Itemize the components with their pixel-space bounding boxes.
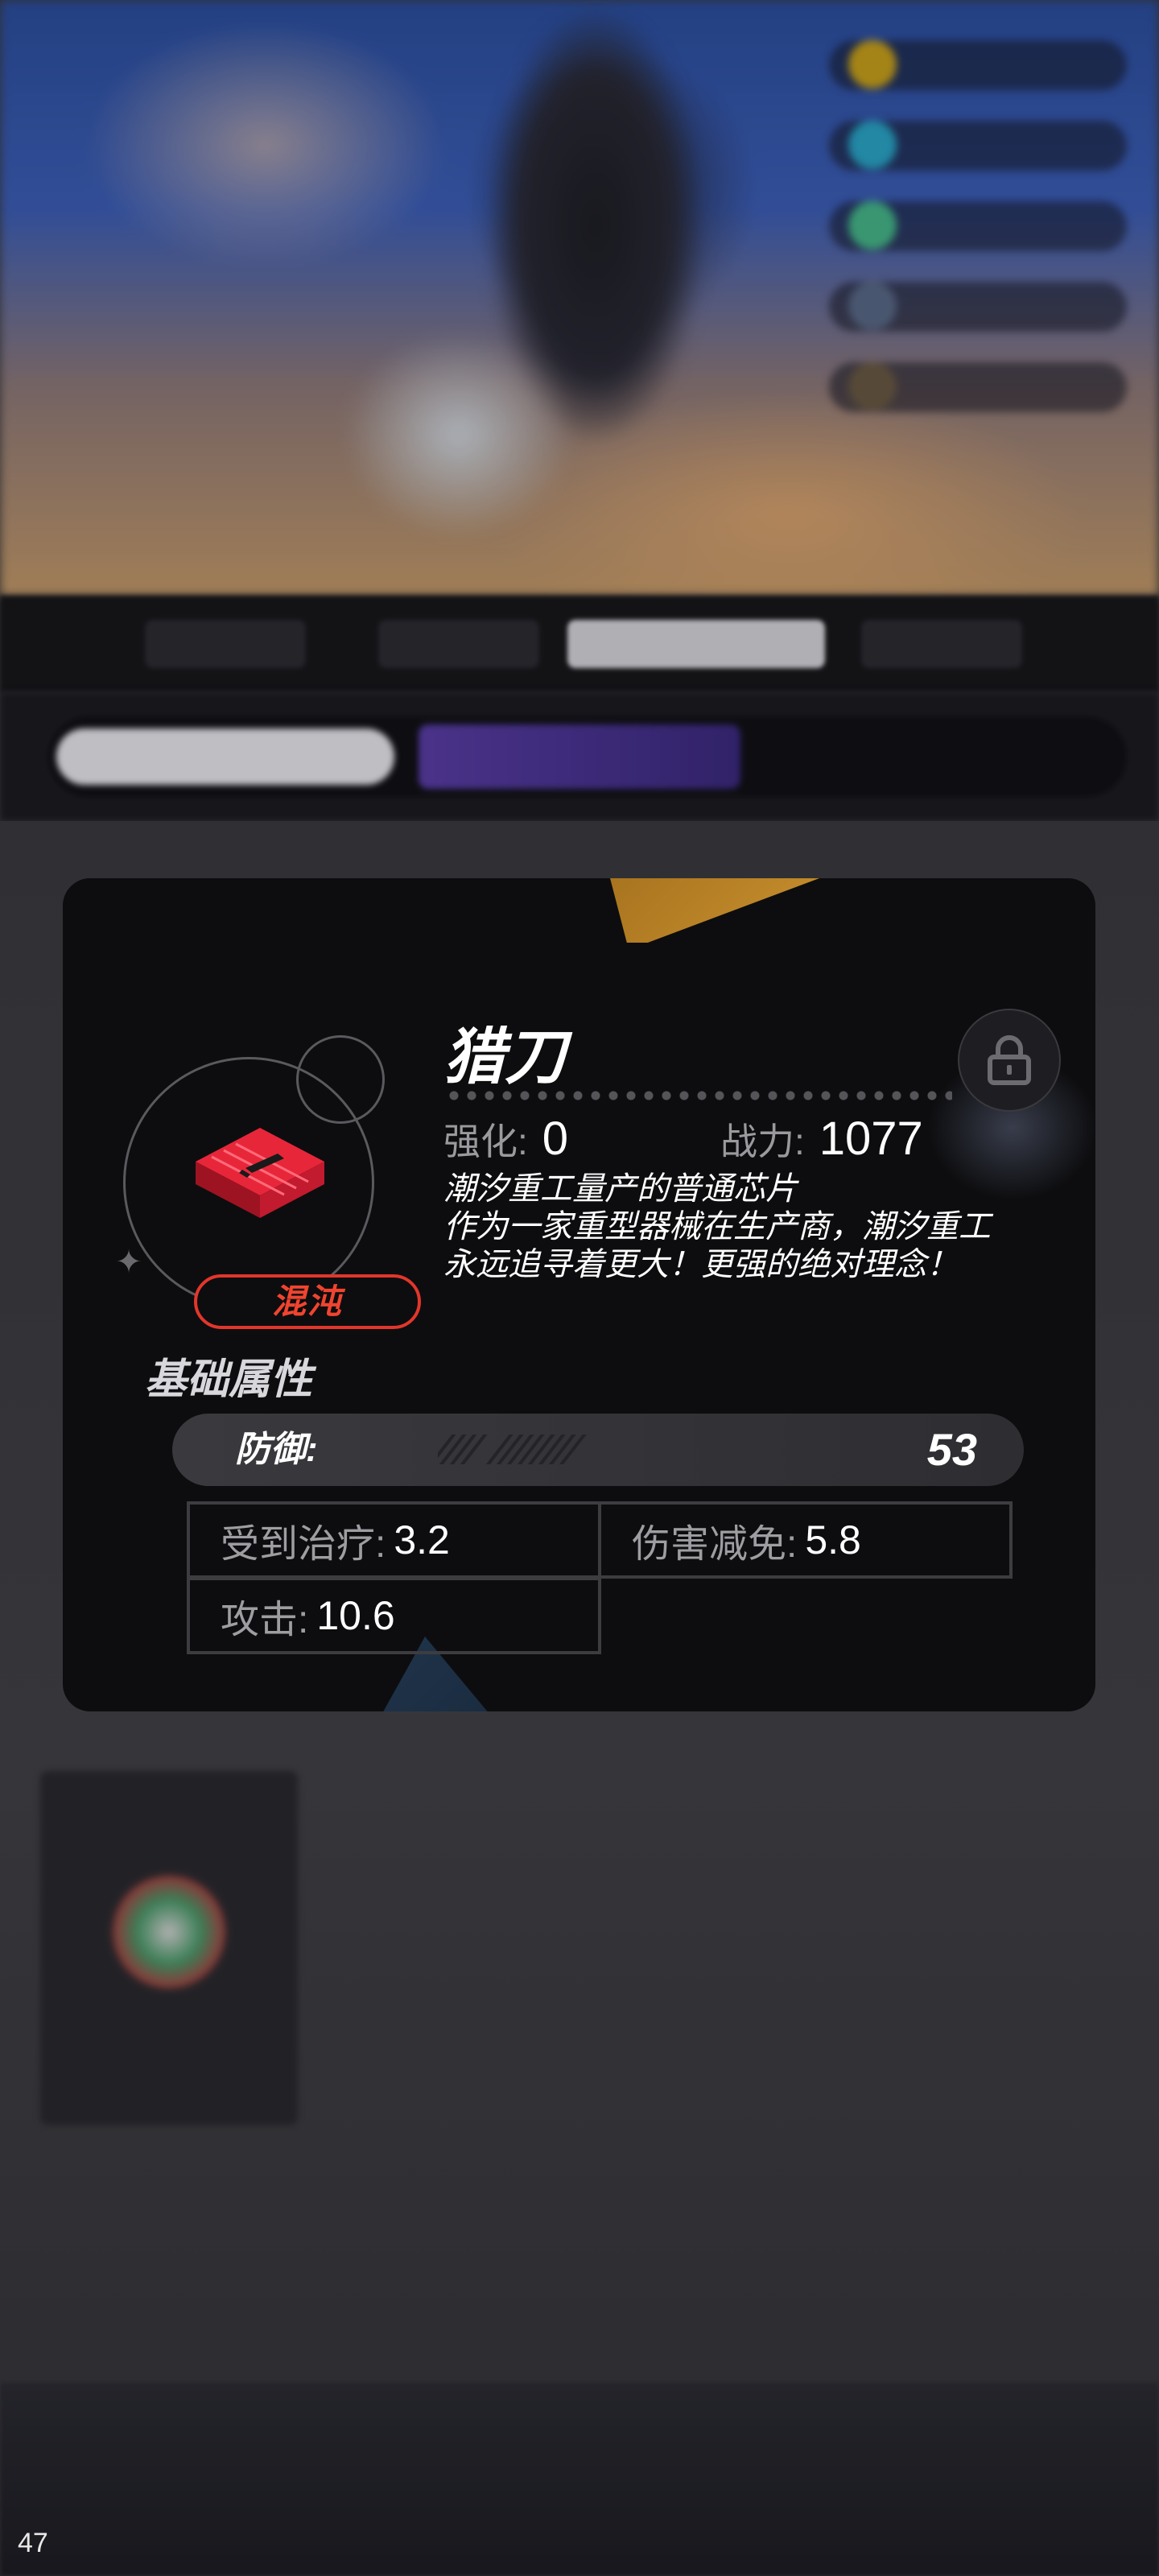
primary-stat-value: 53 <box>926 1424 977 1475</box>
power-value: 1077 <box>819 1113 923 1165</box>
power-stat: 战力: 1077 <box>720 1112 923 1166</box>
rarity-badge: 混沌 <box>194 1274 421 1329</box>
substat-label: 受到治疗: <box>221 1523 386 1566</box>
substat-cell: 受到治疗: 3.2 <box>187 1501 601 1579</box>
sparkle-icon: ✦ <box>115 1245 142 1280</box>
chip-icon <box>179 1112 340 1249</box>
fps-counter: 47 <box>18 2528 48 2558</box>
primary-stat-decoration: ⁄⁄⁄⁄ ⁄⁄⁄⁄⁄⁄⁄⁄ <box>438 1426 580 1474</box>
title-divider <box>445 1091 952 1100</box>
lock-icon <box>988 1035 1031 1085</box>
substats-row: 攻击: 10.6 <box>187 1577 1016 1654</box>
primary-stat-bar: 防御: ⁄⁄⁄⁄ ⁄⁄⁄⁄⁄⁄⁄⁄ 53 <box>172 1414 1024 1486</box>
card-decoration-top <box>610 878 819 943</box>
icon-ring-small <box>296 1035 385 1124</box>
substat-cell: 伤害减免: 5.8 <box>598 1501 1013 1579</box>
primary-stat-label: 防御: <box>235 1430 318 1469</box>
item-name: 猎刀 <box>443 1023 566 1092</box>
base-attributes-title: 基础属性 <box>145 1356 313 1403</box>
enhance-value: 0 <box>542 1113 569 1165</box>
substat-value: 10.6 <box>316 1593 395 1638</box>
lock-button[interactable] <box>958 1009 1061 1112</box>
substat-label: 攻击: <box>221 1599 309 1641</box>
item-detail-card: ✦ 混沌 猎刀 强化: 0 战力: 1077 潮汐重工量产的普通芯片 作为一家重… <box>63 878 1095 1711</box>
description-line: 永远追寻着更大！更强的绝对理念！ <box>443 1247 959 1282</box>
substat-label: 伤害减免: <box>632 1523 798 1566</box>
enhance-label: 强化: <box>443 1121 528 1162</box>
enhance-stat: 强化: 0 <box>443 1112 568 1166</box>
item-description: 潮汐重工量产的普通芯片 作为一家重型器械在生产商，潮汐重工 永远追寻着更大！更强… <box>443 1170 1055 1284</box>
substats-row: 受到治疗: 3.2 伤害减免: 5.8 <box>187 1501 1016 1579</box>
substats-grid: 受到治疗: 3.2 伤害减免: 5.8 攻击: 10.6 <box>187 1501 1016 1654</box>
substat-cell: 攻击: 10.6 <box>187 1577 601 1654</box>
substat-value: 3.2 <box>394 1517 450 1563</box>
power-label: 战力: <box>720 1121 805 1162</box>
description-line: 作为一家重型器械在生产商，潮汐重工 <box>443 1209 991 1245</box>
substat-value: 5.8 <box>805 1517 861 1563</box>
substat-cell-empty <box>598 1577 1013 1654</box>
description-line: 潮汐重工量产的普通芯片 <box>443 1171 798 1207</box>
